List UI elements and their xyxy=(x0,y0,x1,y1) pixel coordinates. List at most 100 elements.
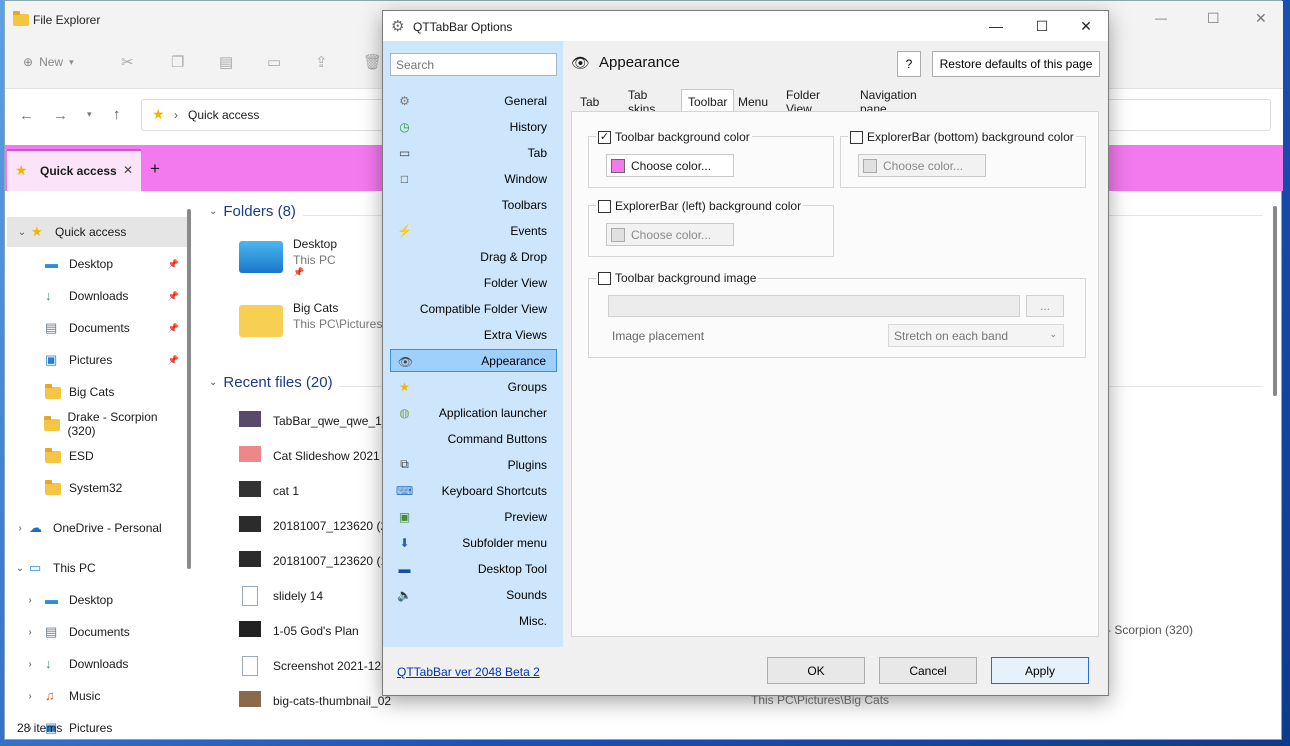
nav-item[interactable]: System32 xyxy=(5,473,185,503)
toolbar-choose-color-button[interactable]: Choose color... xyxy=(606,154,734,177)
explorerbar-bottom-choose-color-button[interactable]: Choose color... xyxy=(858,154,986,177)
new-tab-icon[interactable]: + xyxy=(150,159,160,179)
tab-tab-skins[interactable]: Tab skins xyxy=(621,91,662,113)
nav-item[interactable]: ▤Documents📌 xyxy=(5,313,185,343)
cut-icon[interactable]: ✂ xyxy=(121,53,134,71)
recent-file-item[interactable]: Screenshot 2021-12-28 xyxy=(239,656,399,680)
recent-file-item[interactable]: cat 1 xyxy=(239,481,399,505)
tab-quick-access[interactable]: ★ Quick access ✕ xyxy=(7,149,141,191)
nav-item[interactable]: ⌄▭This PC xyxy=(5,553,185,583)
nav-item[interactable]: ⌄★Quick access xyxy=(7,217,187,247)
chevron-icon[interactable]: ⌄ xyxy=(13,227,31,238)
tab-menu[interactable]: Menu xyxy=(731,91,775,113)
sidebar-item[interactable]: Compatible Folder View xyxy=(390,297,557,320)
sidebar-item[interactable]: ▣Preview xyxy=(390,505,557,528)
ok-button[interactable]: OK xyxy=(767,657,865,684)
nav-item[interactable]: ›↓Downloads xyxy=(5,649,185,679)
recent-locations-icon[interactable]: ▾ xyxy=(87,109,92,120)
restore-defaults-button[interactable]: Restore defaults of this page xyxy=(932,51,1100,77)
maximize-icon[interactable]: ☐ xyxy=(1207,10,1220,27)
chevron-icon[interactable]: ⌄ xyxy=(11,563,29,574)
tab-toolbar[interactable]: Toolbar xyxy=(681,89,734,113)
tab-navigation-pane[interactable]: Navigation pane xyxy=(853,91,924,113)
recent-file-item[interactable]: 20181007_123620 (1) xyxy=(239,551,399,575)
cancel-button[interactable]: Cancel xyxy=(879,657,977,684)
recent-file-item[interactable]: slidely 14 xyxy=(239,586,399,610)
sidebar-item[interactable]: 👁Appearance xyxy=(390,349,557,372)
close-tab-icon[interactable]: ✕ xyxy=(123,163,133,177)
cancel-label: Cancel xyxy=(909,664,946,678)
explorerbar-bottom-checkbox[interactable]: ExplorerBar (bottom) background color xyxy=(848,130,1076,144)
sidebar-item[interactable]: ⌨Keyboard Shortcuts xyxy=(390,479,557,502)
apply-button[interactable]: Apply xyxy=(991,657,1089,684)
sidebar-item[interactable]: 🔈Sounds xyxy=(390,583,557,606)
minimize-icon[interactable]: — xyxy=(1155,11,1167,25)
image-placement-select[interactable]: Stretch on each band ⌄ xyxy=(888,324,1064,347)
chevron-icon[interactable]: › xyxy=(15,627,45,638)
sidebar-item[interactable]: ▭Tab xyxy=(390,141,557,164)
toolbar-bg-checkbox[interactable]: ✓ Toolbar background color xyxy=(596,130,752,144)
chevron-icon[interactable]: › xyxy=(15,691,45,702)
sidebar-item[interactable]: ◍Application launcher xyxy=(390,401,557,424)
recent-section-header[interactable]: ⌄ Recent files (20) xyxy=(209,374,333,391)
nav-item[interactable]: ›♫Music xyxy=(5,681,185,711)
minimize-button[interactable]: — xyxy=(973,11,1019,41)
nav-scrollbar[interactable] xyxy=(187,209,191,569)
nav-item[interactable]: ▬Desktop📌 xyxy=(5,249,185,279)
back-icon[interactable]: ← xyxy=(19,107,34,124)
recent-file-item[interactable]: 1-05 God's Plan xyxy=(239,621,399,645)
chevron-icon[interactable]: › xyxy=(11,523,29,534)
toolbar-bg-image-checkbox[interactable]: Toolbar background image xyxy=(596,271,758,285)
sidebar-item[interactable]: ★Groups xyxy=(390,375,557,398)
nav-item[interactable]: Drake - Scorpion (320) xyxy=(5,409,185,439)
sidebar-item[interactable]: Extra Views xyxy=(390,323,557,346)
explorerbar-left-choose-color-button[interactable]: Choose color... xyxy=(606,223,734,246)
search-input[interactable] xyxy=(390,53,557,76)
share-icon[interactable]: ⇪ xyxy=(315,53,328,71)
close-icon[interactable]: ✕ xyxy=(1255,10,1267,27)
browse-button[interactable]: ... xyxy=(1026,295,1064,317)
tab-folder-view[interactable]: Folder View xyxy=(779,91,827,113)
recent-file-item[interactable]: 20181007_123620 (2) xyxy=(239,516,399,540)
help-button[interactable]: ? xyxy=(897,51,921,77)
sidebar-item[interactable]: Command Buttons xyxy=(390,427,557,450)
sidebar-item[interactable]: Folder View xyxy=(390,271,557,294)
nav-item[interactable]: Big Cats xyxy=(5,377,185,407)
nav-item[interactable]: ›▤Documents xyxy=(5,617,185,647)
sidebar-item[interactable]: ⬇Subfolder menu xyxy=(390,531,557,554)
recent-file-item[interactable]: Cat Slideshow 2021 xyxy=(239,446,399,470)
explorerbar-left-checkbox[interactable]: ExplorerBar (left) background color xyxy=(596,199,803,213)
sidebar-item[interactable]: ⚙General xyxy=(390,89,557,112)
nav-item[interactable]: ↓Downloads📌 xyxy=(5,281,185,311)
nav-item[interactable]: ›▬Desktop xyxy=(5,585,185,615)
nav-item[interactable]: ▣Pictures📌 xyxy=(5,345,185,375)
sidebar-item[interactable]: ◷History xyxy=(390,115,557,138)
rename-icon[interactable]: ▭ xyxy=(267,53,281,71)
recent-file-item[interactable]: big-cats-thumbnail_02 xyxy=(239,691,399,715)
nav-item[interactable]: ESD xyxy=(5,441,185,471)
close-button[interactable]: ✕ xyxy=(1063,11,1109,41)
delete-icon[interactable]: 🗑 xyxy=(363,53,382,71)
sidebar-item[interactable]: Toolbars xyxy=(390,193,557,216)
chevron-icon[interactable]: › xyxy=(15,595,45,606)
chevron-icon[interactable]: › xyxy=(15,659,45,670)
sidebar-item[interactable]: ▬Desktop Tool xyxy=(390,557,557,580)
content-scrollbar[interactable] xyxy=(1273,206,1277,396)
paste-icon[interactable]: ▤ xyxy=(219,53,233,71)
sidebar-item[interactable]: Drag & Drop xyxy=(390,245,557,268)
sidebar-item[interactable]: □Window xyxy=(390,167,557,190)
maximize-button[interactable]: ☐ xyxy=(1019,11,1065,41)
sidebar-item[interactable]: Misc. xyxy=(390,609,557,632)
new-button[interactable]: ⊕ New ▾ xyxy=(23,55,74,69)
folders-section-header[interactable]: ⌄ Folders (8) xyxy=(209,203,296,220)
recent-file-item[interactable]: TabBar_qwe_qwe_1_Ta xyxy=(239,411,399,435)
nav-item[interactable]: ›☁OneDrive - Personal xyxy=(5,513,185,543)
image-path-field[interactable] xyxy=(608,295,1020,317)
sidebar-item[interactable]: ⚡Events xyxy=(390,219,557,242)
forward-icon[interactable]: → xyxy=(53,107,68,124)
tab-tab[interactable]: Tab xyxy=(573,91,606,113)
sidebar-item[interactable]: ⧉Plugins xyxy=(390,453,557,476)
version-link[interactable]: QTTabBar ver 2048 Beta 2 xyxy=(397,665,540,679)
up-icon[interactable]: ↑ xyxy=(113,106,121,123)
copy-icon[interactable]: ❐ xyxy=(171,53,184,71)
